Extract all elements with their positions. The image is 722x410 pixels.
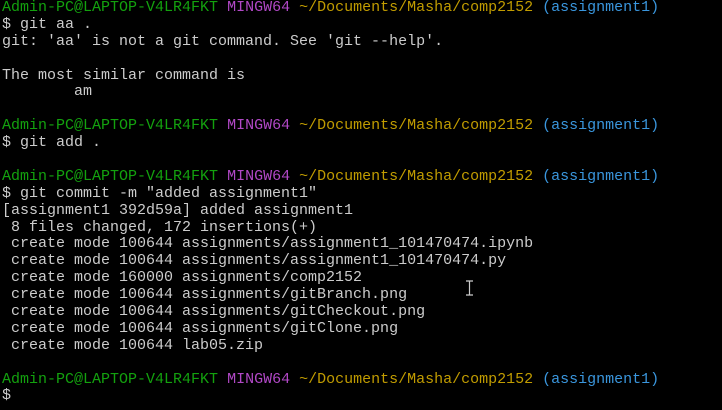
prompt-line: Admin-PC@LAPTOP-V4LR4FKT MINGW64 ~/Docum… bbox=[2, 370, 660, 389]
prompt-system: MINGW64 bbox=[227, 370, 291, 388]
output-line: create mode 160000 assignments/comp2152 bbox=[2, 269, 363, 287]
output-line: create mode 100644 assignments/gitChecko… bbox=[2, 303, 426, 321]
output-line: [assignment1 392d59a] added assignment1 bbox=[2, 201, 354, 219]
prompt-line: Admin-PC@LAPTOP-V4LR4FKT MINGW64 ~/Docum… bbox=[2, 167, 660, 186]
output-line: The most similar command is bbox=[2, 66, 246, 84]
output-line: create mode 100644 lab05.zip bbox=[2, 336, 264, 354]
prompt-system: MINGW64 bbox=[227, 117, 291, 135]
prompt-branch: (assignment1) bbox=[542, 370, 660, 388]
prompt-branch: (assignment1) bbox=[542, 0, 660, 16]
prompt-path: ~/Documents/Masha/comp2152 bbox=[299, 167, 534, 185]
prompt-user-host: Admin-PC@LAPTOP-V4LR4FKT bbox=[2, 0, 219, 16]
prompt-user-host: Admin-PC@LAPTOP-V4LR4FKT bbox=[2, 117, 219, 135]
command-line: $ bbox=[2, 387, 21, 405]
output-line: git: 'aa' is not a git command. See 'git… bbox=[2, 32, 444, 50]
prompt-branch: (assignment1) bbox=[542, 167, 660, 185]
output-line: create mode 100644 assignments/gitBranch… bbox=[2, 286, 408, 304]
prompt-system: MINGW64 bbox=[227, 167, 291, 185]
prompt-line: Admin-PC@LAPTOP-V4LR4FKT MINGW64 ~/Docum… bbox=[2, 0, 659, 17]
command-line: $ git aa . bbox=[2, 15, 93, 33]
prompt-branch: (assignment1) bbox=[542, 117, 660, 135]
prompt-system: MINGW64 bbox=[227, 0, 291, 16]
command-line: $ git commit -m "added assignment1" bbox=[2, 184, 318, 202]
output-line: create mode 100644 assignments/gitClone.… bbox=[2, 319, 399, 337]
prompt-path: ~/Documents/Masha/comp2152 bbox=[299, 0, 534, 16]
prompt-line: Admin-PC@LAPTOP-V4LR4FKT MINGW64 ~/Docum… bbox=[2, 117, 660, 135]
prompt-user-host: Admin-PC@LAPTOP-V4LR4FKT bbox=[2, 370, 219, 388]
terminal-output[interactable]: Admin-PC@LAPTOP-V4LR4FKT MINGW64 ~/Docum… bbox=[2, 0, 659, 405]
output-line: create mode 100644 assignments/assignmen… bbox=[2, 252, 507, 270]
prompt-path: ~/Documents/Masha/comp2152 bbox=[299, 117, 534, 135]
text-cursor-ibeam-icon bbox=[466, 280, 473, 296]
output-line: 8 files changed, 172 insertions(+) bbox=[2, 218, 318, 236]
output-line: am bbox=[2, 83, 93, 101]
prompt-user-host: Admin-PC@LAPTOP-V4LR4FKT bbox=[2, 167, 219, 185]
command-line: $ git add . bbox=[2, 134, 102, 152]
output-line: create mode 100644 assignments/assignmen… bbox=[2, 235, 534, 253]
prompt-path: ~/Documents/Masha/comp2152 bbox=[299, 370, 534, 388]
